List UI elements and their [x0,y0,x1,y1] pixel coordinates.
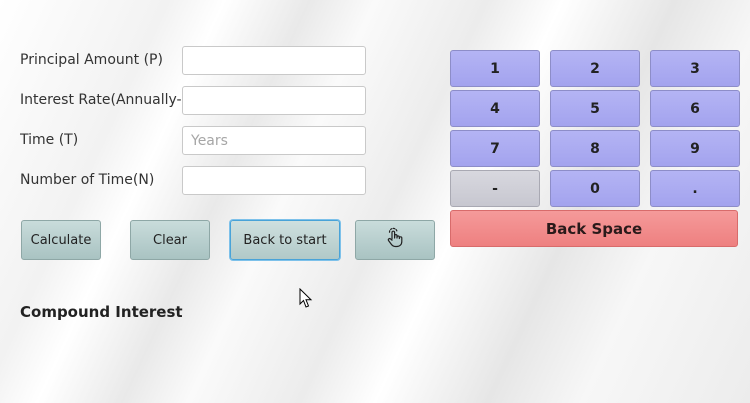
time-label: Time (T) [20,132,79,148]
keypad-key-dot[interactable]: . [650,170,740,207]
keypad-key-3[interactable]: 3 [650,50,740,87]
time-input[interactable] [182,126,366,155]
back-to-start-button[interactable]: Back to start [230,220,340,260]
keypad-key-minus[interactable]: - [450,170,540,207]
keypad-key-7[interactable]: 7 [450,130,540,167]
interest-rate-label: Interest Rate(Annually-R) [20,92,182,108]
keypad-key-0[interactable]: 0 [550,170,640,207]
number-of-times-label: Number of Time(N) [20,172,155,188]
keypad-key-1[interactable]: 1 [450,50,540,87]
clear-button[interactable]: Clear [130,220,210,260]
number-of-times-input[interactable] [182,166,366,195]
keypad-key-5[interactable]: 5 [550,90,640,127]
hand-touch-icon [384,227,406,253]
gesture-button[interactable] [355,220,435,260]
mouse-pointer-icon [299,287,313,313]
interest-rate-input[interactable] [182,86,366,115]
calculate-button[interactable]: Calculate [21,220,101,260]
keypad-key-4[interactable]: 4 [450,90,540,127]
backspace-button[interactable]: Back Space [450,210,738,247]
keypad-key-2[interactable]: 2 [550,50,640,87]
keypad-key-8[interactable]: 8 [550,130,640,167]
principal-input[interactable] [182,46,366,75]
compound-interest-heading: Compound Interest [20,303,183,321]
principal-label: Principal Amount (P) [20,52,163,68]
keypad-key-6[interactable]: 6 [650,90,740,127]
keypad-key-9[interactable]: 9 [650,130,740,167]
